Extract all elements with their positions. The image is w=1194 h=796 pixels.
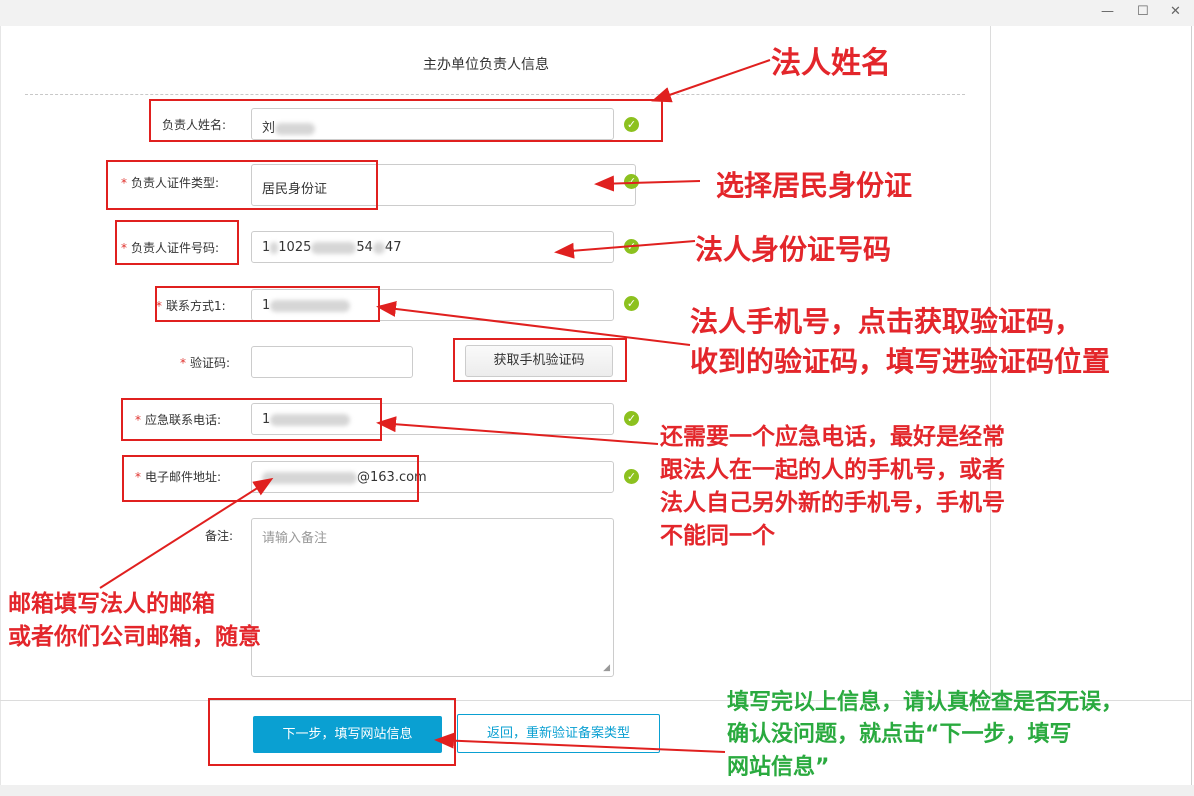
annotation-email-2: 或者你们公司邮箱，随意 <box>8 624 261 650</box>
annotation-phone-1: 法人手机号，点击获取验证码， <box>690 305 1083 338</box>
annotation-id-type: 选择居民身份证 <box>716 169 913 202</box>
arrow-id-number <box>554 240 696 259</box>
annotation-final-3: 网站信息” <box>727 755 830 780</box>
annotation-legal-name: 法人姓名 <box>771 46 891 81</box>
annotation-final-2: 确认没问题，就点击“下一步，填写 <box>727 722 1072 747</box>
arrow-phone <box>376 301 691 346</box>
arrow-id-type <box>594 175 701 192</box>
annotation-emergency-4: 不能同一个 <box>660 523 775 549</box>
annotation-emergency-3: 法人自己另外新的手机号，手机号 <box>660 490 1005 516</box>
arrow-next <box>434 732 726 753</box>
annotation-emergency-1: 还需要一个应急电话，最好是经常 <box>660 424 1005 450</box>
annotation-phone-2: 收到的验证码，填写进验证码位置 <box>690 345 1111 378</box>
annotation-id-number: 法人身份证号码 <box>695 233 892 266</box>
annotation-final-1: 填写完以上信息，请认真检查是否无误， <box>727 690 1124 715</box>
arrow-emergency <box>376 416 659 445</box>
annotation-email-1: 邮箱填写法人的邮箱 <box>8 591 215 617</box>
arrow-email <box>99 477 274 589</box>
annotation-arrows <box>99 59 771 753</box>
annotation-emergency-2: 跟法人在一起的人的手机号，或者 <box>660 457 1005 483</box>
arrow-name <box>651 59 771 103</box>
